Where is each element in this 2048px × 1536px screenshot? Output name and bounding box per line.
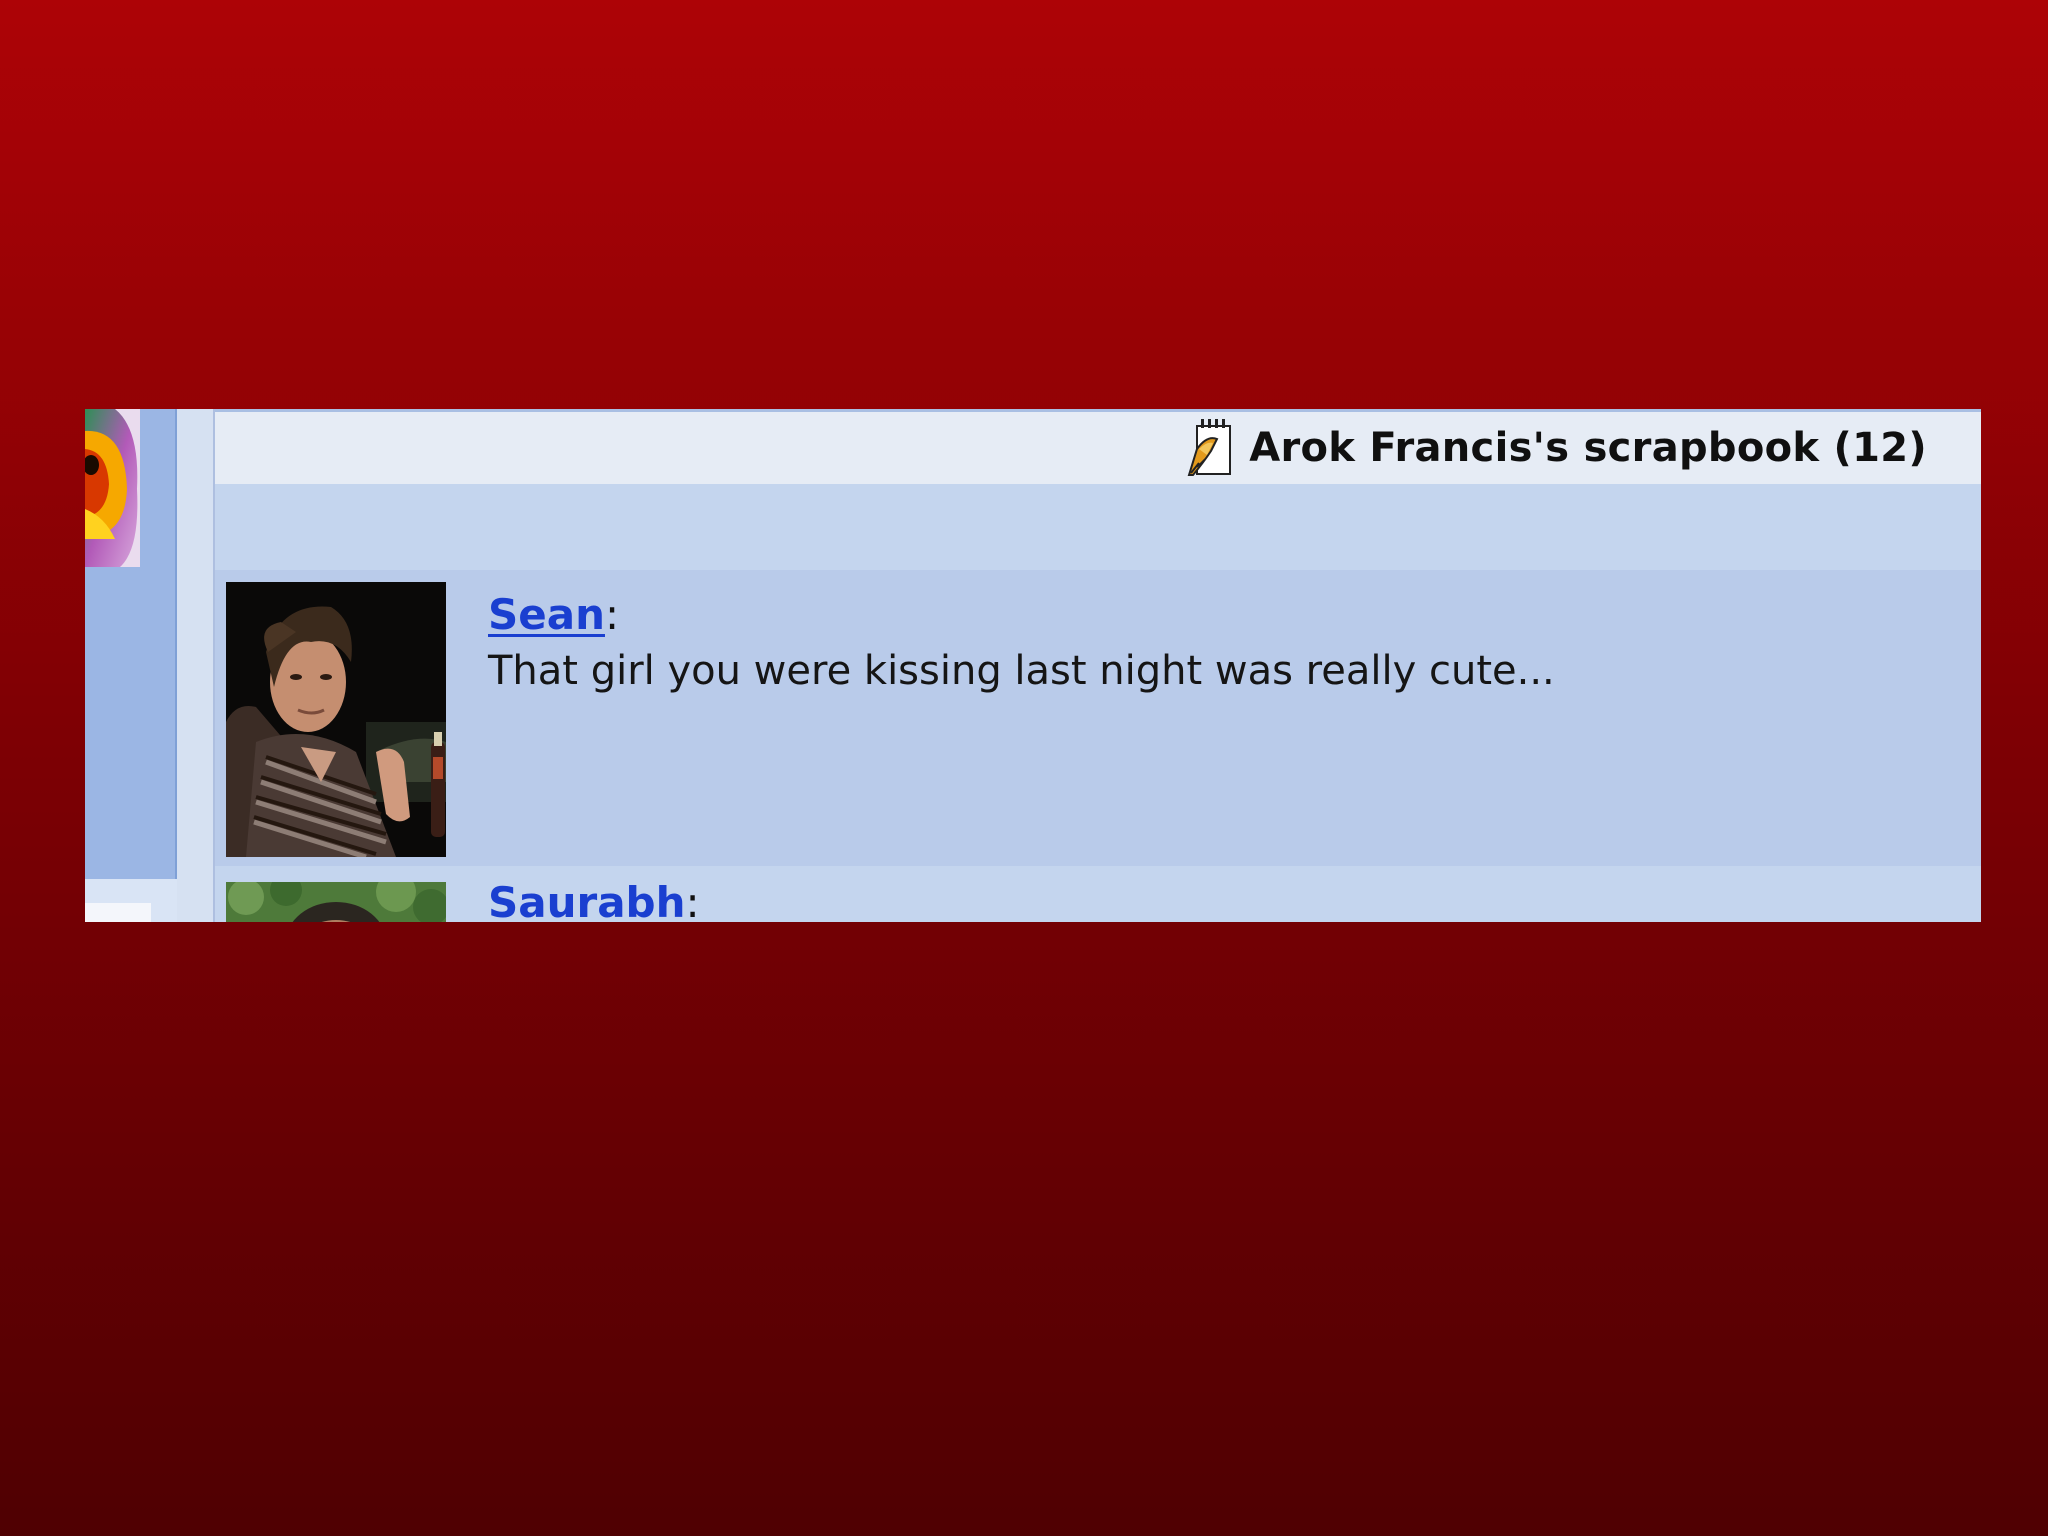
scrap-message: That girl you were kissing last night wa… — [488, 648, 1555, 694]
left-sidebar — [85, 409, 177, 922]
column-gutter — [177, 409, 216, 922]
scrap-entry: Saurabh: — [215, 866, 1981, 922]
avatar[interactable] — [226, 582, 446, 857]
scrapbook-icon — [1187, 419, 1232, 476]
scrap-entry: Sean: That girl you were kissing last ni… — [215, 570, 1981, 866]
scrap-author-line: Sean: — [488, 590, 619, 639]
orkut-screenshot: Arok Francis's scrapbook (12) Sean: That… — [85, 409, 1981, 922]
scrapbook-panel: Arok Francis's scrapbook (12) Sean: That… — [215, 409, 1981, 922]
scrapbook-header: Arok Francis's scrapbook (12) — [215, 412, 1981, 484]
saurabh-avatar — [226, 882, 446, 922]
author-separator: : — [604, 590, 620, 639]
sean-avatar — [226, 582, 446, 857]
scrap-author-line: Saurabh: — [488, 878, 700, 922]
avatar[interactable] — [226, 882, 446, 922]
scrapbook-toolbar — [215, 484, 1981, 570]
profile-logo-icon[interactable] — [85, 409, 140, 567]
left-sidebar-footer-box — [85, 903, 151, 922]
scrapbook-title: Arok Francis's scrapbook (12) — [1249, 425, 1927, 471]
scrap-author-link[interactable]: Sean — [488, 590, 605, 639]
scrapbook-header-title: Arok Francis's scrapbook (12) — [1185, 418, 1927, 478]
scrap-author-link[interactable]: Saurabh — [488, 878, 686, 922]
author-separator: : — [685, 878, 700, 922]
